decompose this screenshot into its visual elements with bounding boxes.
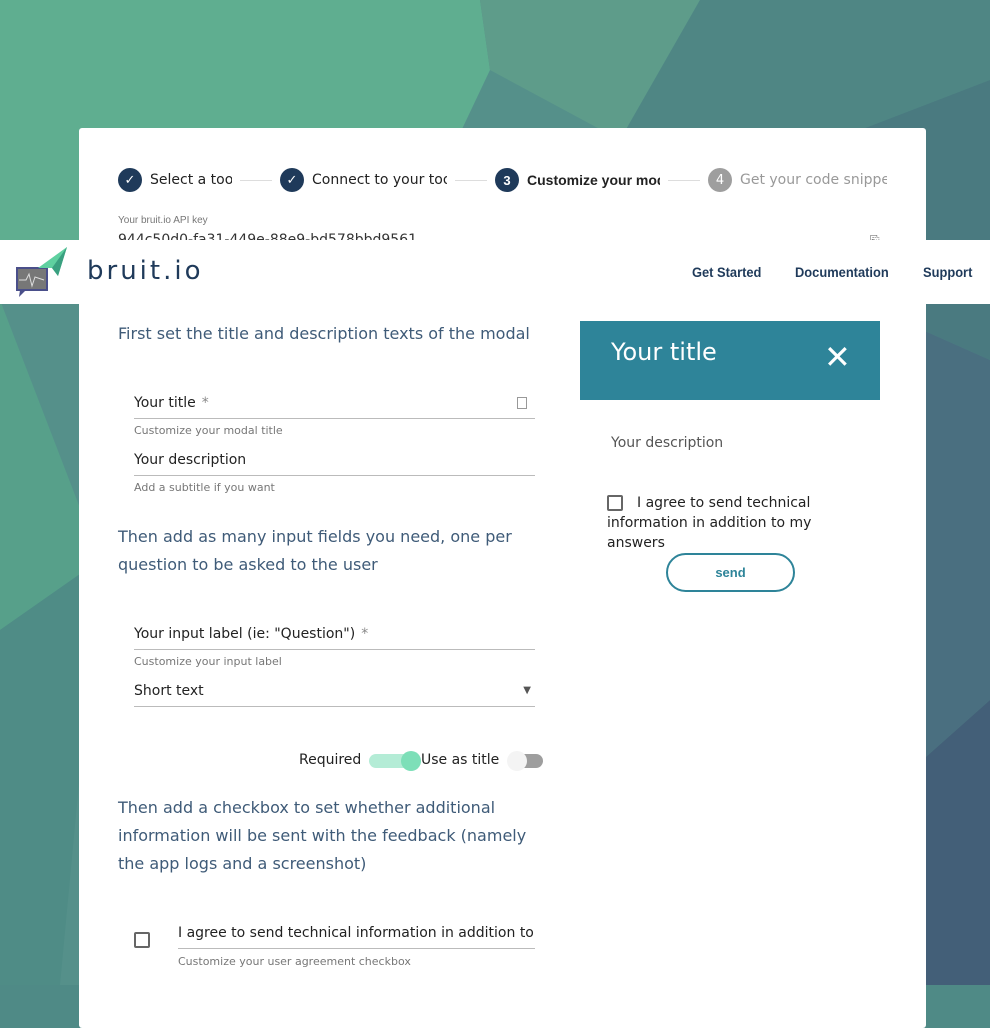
nav-get-started[interactable]: Get Started [692,264,761,280]
step-label: Select a tool [150,172,232,188]
brand-name: bruit.io [87,256,204,286]
step-label: Connect to your tool [312,172,447,188]
nav-documentation[interactable]: Documentation [795,264,889,280]
title-hint: Customize your modal title [134,424,283,437]
select-value: Short text [134,683,204,699]
required-label: Required [299,752,362,768]
agreement-hint: Customize your user agreement checkbox [178,955,411,968]
input-type-select[interactable]: Short text ▼ [134,683,535,707]
step-number: 4 [708,168,732,192]
agreement-checkbox[interactable] [134,932,150,948]
contact-card-icon [517,397,527,409]
input-label-text: Your input label (ie: "Question") [134,626,356,642]
use-as-title-label: Use as title [421,752,500,768]
preview-modal-header: Your title ✕ [580,321,880,400]
description-field[interactable]: Your description [134,452,535,476]
use-as-title-toggle[interactable] [507,751,543,771]
description-hint: Add a subtitle if you want [134,481,275,494]
close-icon[interactable]: ✕ [824,341,851,373]
preview-send-button[interactable]: send [666,553,795,592]
dropdown-arrow-icon: ▼ [523,685,531,696]
nav-support[interactable]: Support [923,264,972,280]
preview-title: Your title [611,338,717,366]
bruit-logo [16,247,67,297]
section-intro-checkbox: Then add a checkbox to set whether addit… [118,798,527,873]
check-icon: ✓ [280,168,304,192]
section-intro-inputs: Then add as many input fields you need, … [118,527,512,574]
step-4[interactable]: 4 Get your code snippet [708,168,887,192]
api-key-label: Your bruit.io API key [118,215,208,226]
input-label-field[interactable]: Your input label (ie: "Question") * [134,626,535,650]
title-field[interactable]: Your title * [134,395,535,419]
step-3[interactable]: 3 Customize your modal [495,168,660,192]
section-intro-title: First set the title and description text… [118,324,530,343]
check-icon: ✓ [118,168,142,192]
agreement-field[interactable]: I agree to send technical information in… [178,925,535,949]
step-number: 3 [495,168,519,192]
preview-description: Your description [611,435,724,451]
preview-checkbox-label: I agree to send technical information in… [607,495,812,551]
step-2[interactable]: ✓ Connect to your tool [280,168,447,192]
step-1[interactable]: ✓ Select a tool [118,168,232,192]
step-label: Get your code snippet [740,172,887,188]
title-label: Your title [134,395,196,411]
required-toggle[interactable] [369,751,421,771]
step-label: Customize your modal [527,172,660,188]
input-label-hint: Customize your input label [134,655,282,668]
